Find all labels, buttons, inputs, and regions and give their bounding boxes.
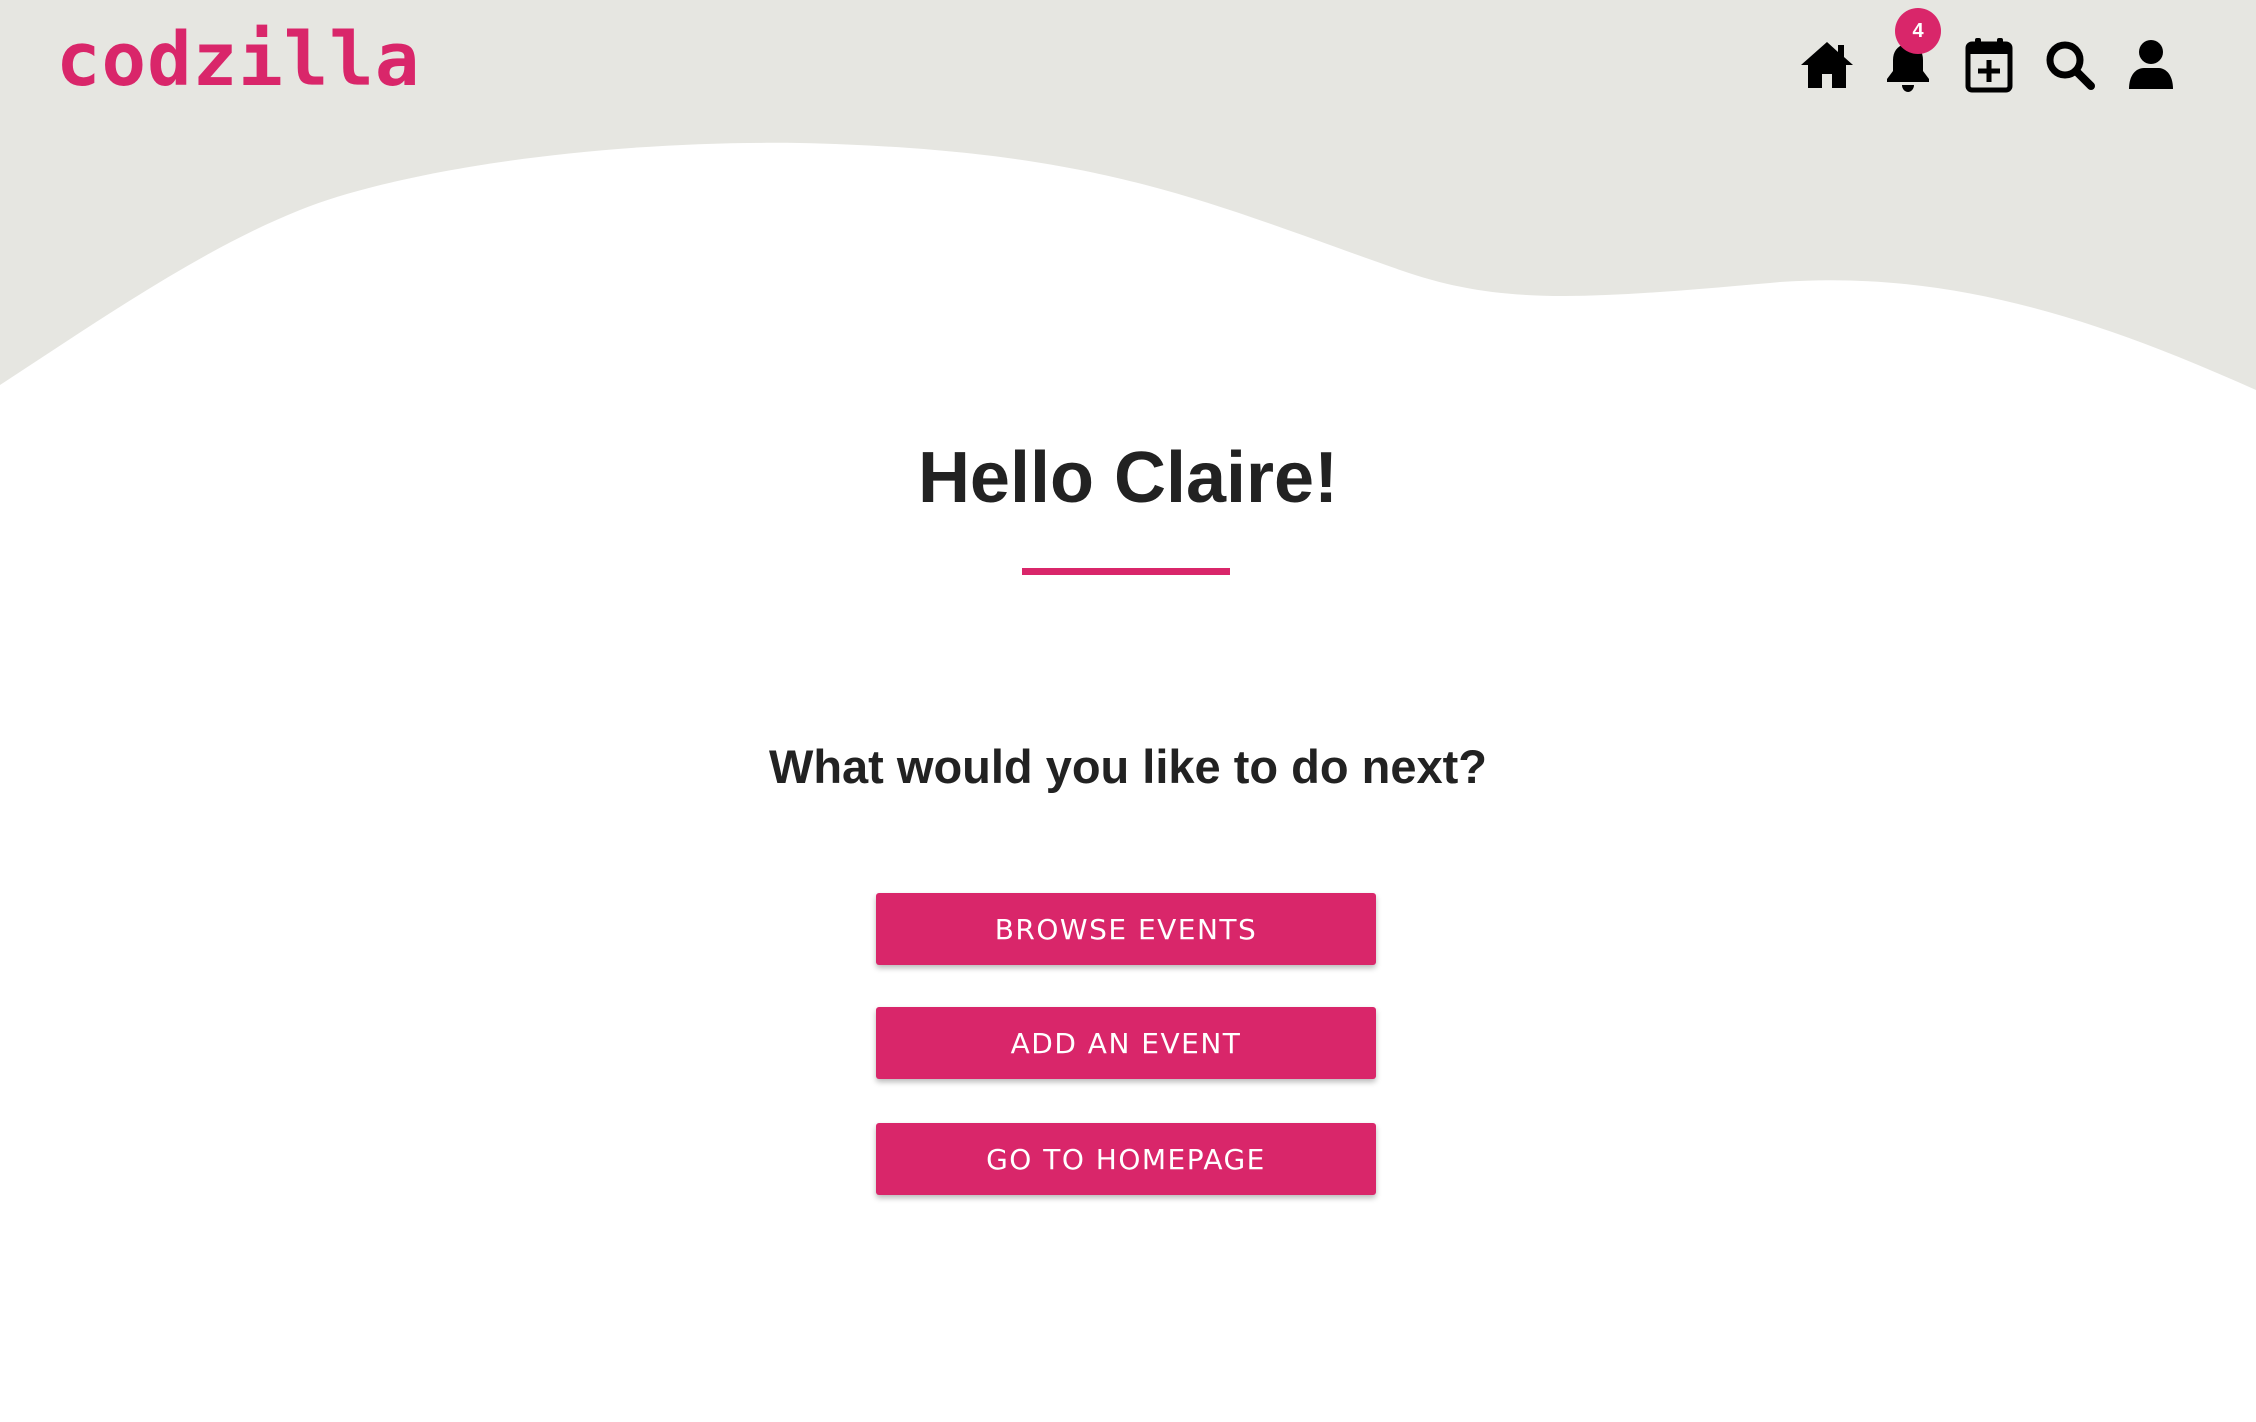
home-icon [1801, 42, 1853, 88]
nav-home-button[interactable] [1796, 34, 1858, 96]
notification-count-badge: 4 [1895, 8, 1941, 54]
heading-divider [1022, 568, 1230, 575]
user-icon [2129, 40, 2173, 89]
go-to-homepage-button[interactable]: GO TO HOMEPAGE [876, 1123, 1376, 1195]
nav-profile-button[interactable] [2120, 34, 2182, 96]
nav-search-button[interactable] [2039, 34, 2101, 96]
add-event-button[interactable]: ADD AN EVENT [876, 1007, 1376, 1079]
next-action-prompt: What would you like to do next? [768, 740, 1488, 793]
top-nav: 4 [1777, 8, 2182, 96]
browse-events-button[interactable]: BROWSE EVENTS [876, 893, 1376, 965]
brand-logo[interactable]: codzilla [56, 18, 420, 102]
search-icon [2046, 41, 2095, 90]
greeting-heading: Hello Claire! [917, 438, 1339, 518]
page: codzilla 4 Hello Claire! What would you … [0, 0, 2256, 1422]
nav-add-event-button[interactable] [1958, 34, 2020, 96]
calendar-plus-icon [1965, 38, 2013, 93]
nav-notifications-button[interactable]: 4 [1877, 8, 1941, 96]
